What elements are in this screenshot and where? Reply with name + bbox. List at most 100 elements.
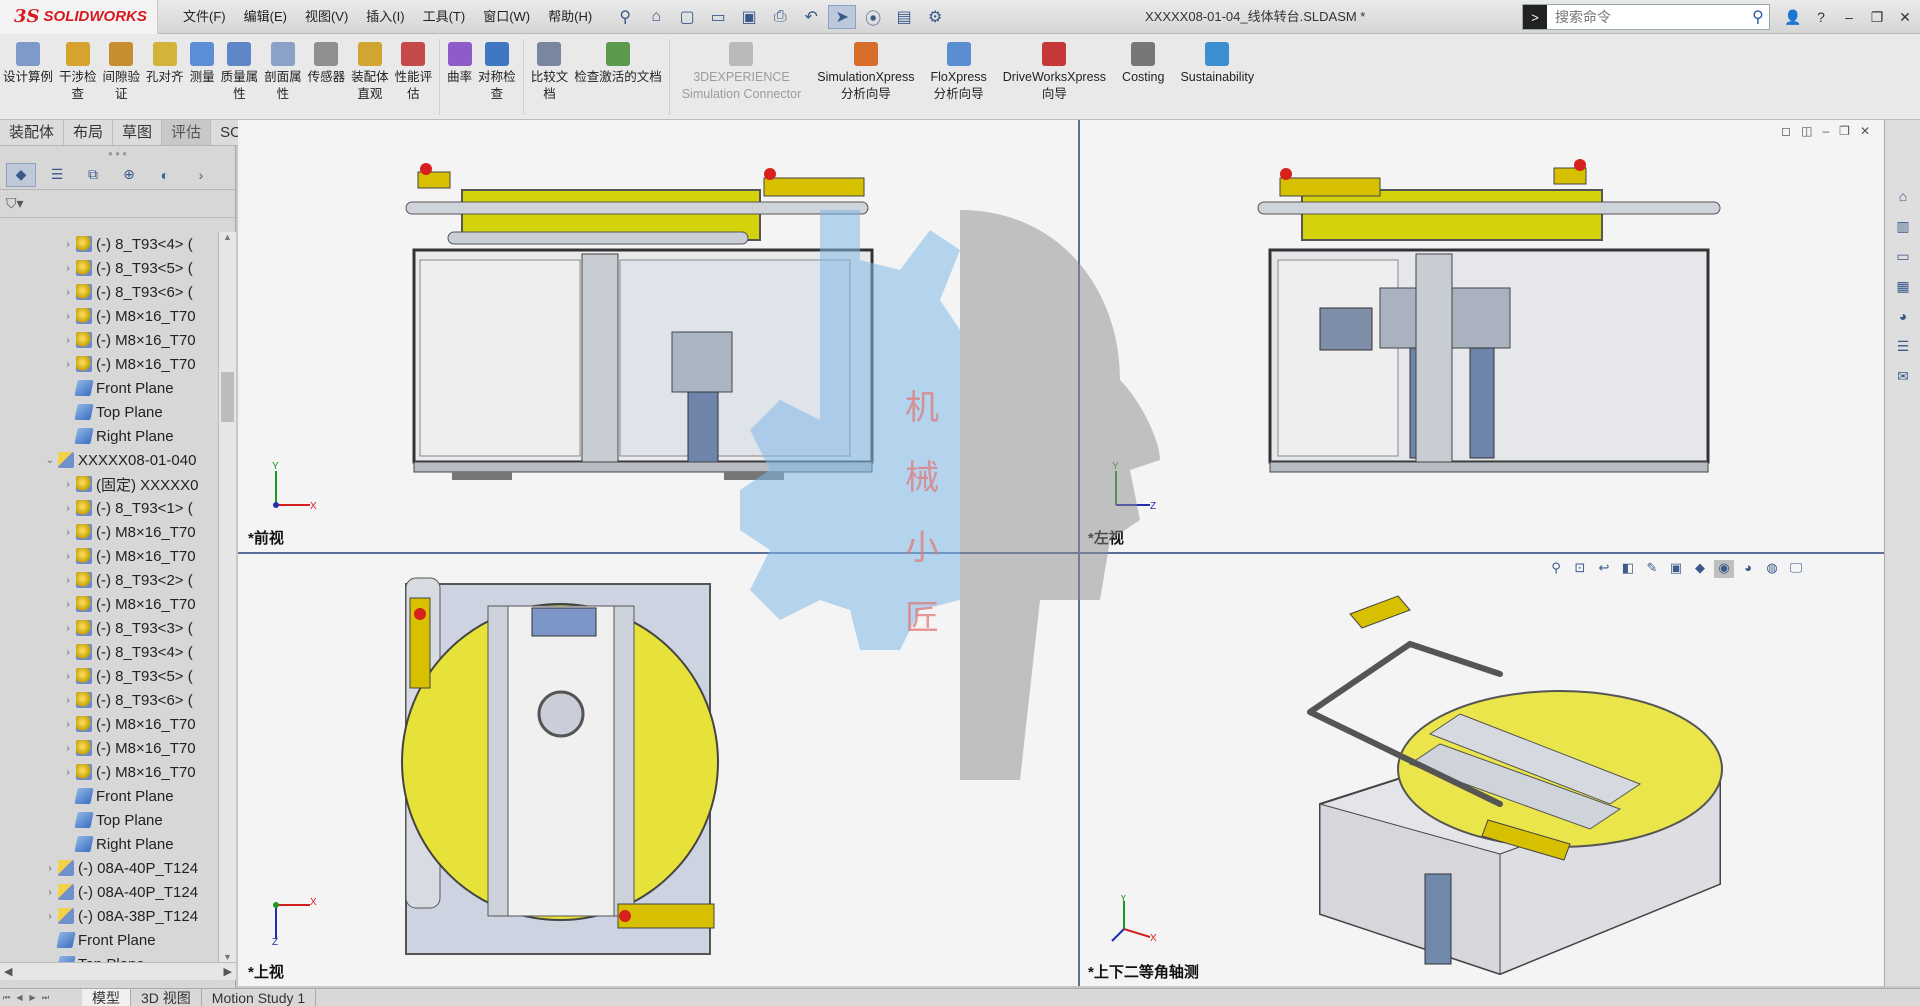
- command-button[interactable]: 质量属性: [218, 34, 262, 103]
- viewport-split-icon[interactable]: ◫: [1801, 124, 1812, 138]
- tree-item[interactable]: › (-) 08A-38P_T124: [0, 904, 218, 928]
- pin-icon[interactable]: ⚲: [611, 5, 639, 29]
- command-tab[interactable]: 草图: [113, 120, 163, 145]
- undo-icon[interactable]: ↶: [797, 5, 825, 29]
- save-icon[interactable]: ▣: [735, 5, 763, 29]
- section-view-icon[interactable]: ◧: [1618, 560, 1638, 578]
- command-button[interactable]: 剖面属性: [261, 34, 305, 103]
- tree-item[interactable]: Front Plane: [0, 376, 218, 400]
- dynamic-annotation-icon[interactable]: ✎: [1642, 560, 1662, 578]
- command-button[interactable]: 间隙验证: [100, 34, 144, 103]
- bottom-tab[interactable]: 3D 视图: [131, 988, 202, 1006]
- expand-arrow-icon[interactable]: ›: [62, 575, 74, 586]
- command-button[interactable]: 比较文档: [528, 34, 572, 103]
- expand-arrow-icon[interactable]: ›: [62, 743, 74, 754]
- command-tab[interactable]: 布局: [64, 120, 114, 145]
- tree-item[interactable]: Right Plane: [0, 832, 218, 856]
- new-document-icon[interactable]: ▢: [673, 5, 701, 29]
- design-library-icon[interactable]: ▥: [1890, 214, 1916, 238]
- next-tab-icon[interactable]: ▶: [26, 991, 39, 1005]
- graphics-area[interactable]: YX *前视 YZ ◻ ◫ – ❐ ✕ *左视 Z X *上视 ⚲ ⊡ ↩ ◧ …: [238, 120, 1884, 986]
- display-manager-icon[interactable]: ◐: [150, 163, 180, 187]
- menu-item[interactable]: 视图(V): [296, 0, 357, 34]
- tree-item[interactable]: ⌄ XXXXX08-01-040: [0, 448, 218, 472]
- command-button[interactable]: SimulationXpress 分析向导: [809, 34, 922, 103]
- filter-icon[interactable]: ⛉▾: [6, 195, 24, 212]
- menu-item[interactable]: 帮助(H): [539, 0, 601, 34]
- view-palette-icon[interactable]: ▦: [1890, 274, 1916, 298]
- traffic-light-icon[interactable]: ⦿: [859, 5, 887, 29]
- command-button[interactable]: 检查激活的文档: [571, 34, 665, 86]
- file-explorer-icon[interactable]: ▭: [1890, 244, 1916, 268]
- viewport-minimize-icon[interactable]: –: [1822, 124, 1829, 138]
- tree-item[interactable]: › (-) M8×16_T70: [0, 328, 218, 352]
- tree-item[interactable]: › (-) M8×16_T70: [0, 712, 218, 736]
- expand-arrow-icon[interactable]: ›: [44, 863, 56, 874]
- command-button[interactable]: 孔对齐: [143, 34, 187, 86]
- expand-arrow-icon[interactable]: ›: [62, 551, 74, 562]
- scroll-up-icon[interactable]: ▲: [219, 232, 236, 242]
- search-input[interactable]: [1547, 9, 1747, 25]
- collapse-arrow-icon[interactable]: ⌄: [44, 455, 56, 466]
- command-button[interactable]: 性能评估: [392, 34, 436, 103]
- command-tab[interactable]: 评估: [162, 120, 212, 145]
- tree-item[interactable]: › (-) M8×16_T70: [0, 544, 218, 568]
- tree-item[interactable]: › (-) 08A-40P_T124: [0, 856, 218, 880]
- expand-arrow-icon[interactable]: ›: [62, 239, 74, 250]
- viewport-front[interactable]: YX *前视: [240, 120, 1078, 552]
- edit-appearance-icon[interactable]: ◕: [1738, 560, 1758, 578]
- last-tab-icon[interactable]: ⏭: [39, 991, 52, 1005]
- expand-arrow-icon[interactable]: ›: [62, 719, 74, 730]
- expand-arrow-icon[interactable]: ›: [62, 503, 74, 514]
- command-button[interactable]: FloXpress 分析向导: [923, 34, 995, 103]
- command-button[interactable]: 3DEXPERIENCE Simulation Connector: [674, 34, 810, 103]
- tree-item[interactable]: › (-) M8×16_T70: [0, 760, 218, 784]
- tree-item[interactable]: › (-) 8_T93<4> (: [0, 640, 218, 664]
- viewport-link-icon[interactable]: ◻: [1781, 124, 1791, 138]
- feature-manager-icon[interactable]: ◆: [6, 162, 36, 187]
- tree-item[interactable]: › (-) 8_T93<6> (: [0, 280, 218, 304]
- tree-item[interactable]: › (-) M8×16_T70: [0, 592, 218, 616]
- expand-arrow-icon[interactable]: ›: [62, 695, 74, 706]
- tree-item[interactable]: › (-) M8×16_T70: [0, 304, 218, 328]
- command-button[interactable]: Sustainability: [1172, 34, 1262, 86]
- expand-arrow-icon[interactable]: ›: [62, 335, 74, 346]
- command-button[interactable]: DriveWorksXpress 向导: [995, 34, 1114, 103]
- viewport-restore-icon[interactable]: ❐: [1839, 124, 1850, 138]
- solidworks-logo[interactable]: 3S SOLIDWORKS: [0, 0, 158, 34]
- configuration-manager-icon[interactable]: ⧉: [78, 163, 108, 187]
- viewport-left[interactable]: YZ ◻ ◫ – ❐ ✕ *左视: [1080, 120, 1884, 552]
- scroll-thumb[interactable]: [221, 372, 234, 422]
- search-commands[interactable]: > ⚲: [1522, 4, 1770, 30]
- menu-item[interactable]: 窗口(W): [474, 0, 539, 34]
- scroll-left-icon[interactable]: ◀: [4, 965, 12, 978]
- tree-item[interactable]: Right Plane: [0, 424, 218, 448]
- viewport-close-icon[interactable]: ✕: [1860, 124, 1870, 138]
- expand-panel-icon[interactable]: ›: [186, 163, 216, 187]
- restore-icon[interactable]: ❐: [1866, 9, 1888, 26]
- tree-item[interactable]: Front Plane: [0, 784, 218, 808]
- expand-arrow-icon[interactable]: ›: [62, 527, 74, 538]
- scroll-right-icon[interactable]: ▶: [224, 965, 232, 978]
- tree-item[interactable]: Front Plane: [0, 928, 218, 952]
- expand-arrow-icon[interactable]: ›: [62, 599, 74, 610]
- expand-arrow-icon[interactable]: ›: [62, 623, 74, 634]
- help-icon[interactable]: ?: [1810, 9, 1832, 25]
- expand-arrow-icon[interactable]: ›: [62, 671, 74, 682]
- tree-item[interactable]: › (-) 8_T93<2> (: [0, 568, 218, 592]
- command-button[interactable]: Costing: [1114, 34, 1172, 86]
- view-settings-icon[interactable]: 🖵: [1786, 560, 1806, 578]
- hide-show-items-icon[interactable]: ◉: [1714, 560, 1734, 578]
- previous-view-icon[interactable]: ↩: [1594, 560, 1614, 578]
- tree-item[interactable]: › (-) 8_T93<6> (: [0, 688, 218, 712]
- home-icon[interactable]: ⌂: [642, 5, 670, 29]
- file-properties-icon[interactable]: ▤: [890, 5, 918, 29]
- expand-arrow-icon[interactable]: ›: [62, 311, 74, 322]
- apply-scene-icon[interactable]: ◍: [1762, 560, 1782, 578]
- expand-arrow-icon[interactable]: ›: [62, 479, 74, 490]
- user-icon[interactable]: 👤: [1782, 9, 1804, 26]
- select-pointer-icon[interactable]: ➤: [828, 4, 857, 29]
- command-button[interactable]: 传感器: [305, 34, 349, 86]
- print-icon[interactable]: ⎙: [766, 5, 794, 29]
- expand-arrow-icon[interactable]: ›: [44, 887, 56, 898]
